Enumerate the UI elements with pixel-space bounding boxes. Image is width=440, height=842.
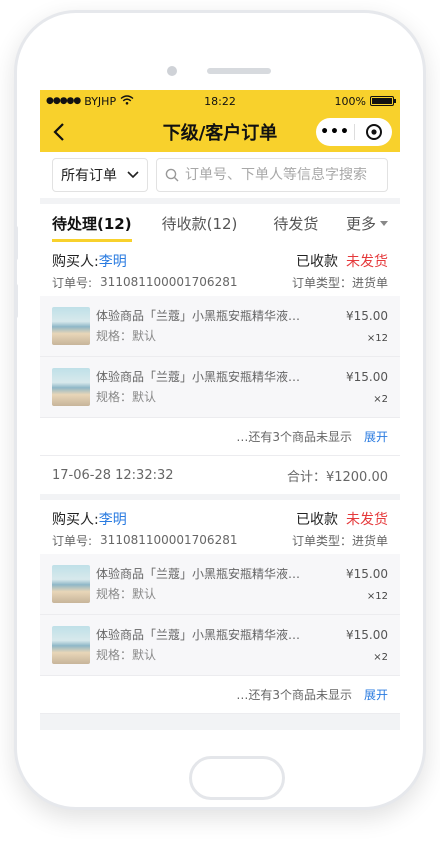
tab-awaiting-shipment[interactable]: 待发货 [273, 204, 318, 242]
order-footer: 17-06-28 12:32:32 合计：¥1200.00 [40, 456, 400, 494]
order-card[interactable]: 购买人: 李明 已收款 未发货 订单号: 311081100001706281 … [40, 500, 400, 714]
back-arrow-icon[interactable] [48, 120, 70, 144]
product-spec: 规格：默认 [96, 329, 157, 343]
home-button[interactable] [189, 756, 285, 800]
camera-dot [167, 66, 177, 76]
order-tabs: 待处理(12) 待收款(12) 待发货 更多 [40, 198, 400, 242]
product-thumbnail [52, 368, 90, 406]
order-number: 311081100001706281 [100, 533, 238, 547]
app-screen: ●●●●● BYJHP 18:22 100% 下级/客户订单 ••• 所有订单 [40, 90, 400, 730]
order-item[interactable]: 体验商品「兰蔻」小黑瓶安瓶精华液… 规格：默认 ¥15.00 ×2 [40, 615, 400, 676]
buyer-label: 购买人: [52, 254, 99, 270]
order-header: 购买人: 李明 已收款 未发货 订单号: 311081100001706281 … [40, 242, 400, 296]
search-input[interactable] [185, 167, 379, 183]
product-quantity: ×2 [373, 394, 388, 405]
product-name: 体验商品「兰蔻」小黑瓶安瓶精华液… [96, 309, 301, 323]
order-card[interactable]: 购买人: 李明 已收款 未发货 订单号: 311081100001706281 … [40, 242, 400, 494]
payment-status: 已收款 [296, 512, 338, 528]
buyer-name[interactable]: 李明 [99, 251, 127, 271]
tab-more-label: 更多 [345, 214, 376, 233]
filter-bar: 所有订单 [40, 152, 400, 198]
search-box[interactable] [156, 158, 388, 192]
expand-link[interactable]: 展开 [364, 428, 388, 445]
shipping-status: 未发货 [346, 254, 388, 270]
order-item[interactable]: 体验商品「兰蔻」小黑瓶安瓶精华液… 规格：默认 ¥15.00 ×2 [40, 357, 400, 418]
product-spec: 规格：默认 [96, 390, 157, 404]
hidden-items-note: …还有3个商品未显示 [236, 688, 352, 702]
hidden-items-note: …还有3个商品未显示 [236, 430, 352, 444]
payment-status: 已收款 [296, 254, 338, 270]
phone-side-button [14, 226, 18, 260]
product-name: 体验商品「兰蔻」小黑瓶安瓶精华液… [96, 370, 301, 384]
product-thumbnail [52, 565, 90, 603]
expand-link[interactable]: 展开 [364, 686, 388, 703]
hidden-items-row: …还有3个商品未显示 展开 [40, 418, 400, 456]
product-thumbnail [52, 626, 90, 664]
caret-down-icon [380, 220, 388, 226]
hidden-items-row: …还有3个商品未显示 展开 [40, 676, 400, 714]
battery-icon [370, 96, 396, 106]
order-total: 合计：¥1200.00 [286, 469, 388, 485]
status-time: 18:22 [204, 94, 236, 108]
product-quantity: ×12 [366, 333, 388, 344]
order-date: 17-06-28 12:32:32 [52, 467, 174, 483]
speaker-slot [207, 68, 271, 74]
tab-more-dropdown[interactable]: 更多 [346, 204, 388, 242]
search-icon [165, 168, 179, 182]
product-name: 体验商品「兰蔻」小黑瓶安瓶精华液… [96, 567, 301, 581]
product-price: ¥15.00 [346, 567, 388, 581]
order-no-label: 订单号: [52, 533, 93, 548]
target-circle-icon[interactable] [355, 123, 392, 141]
product-name: 体验商品「兰蔻」小黑瓶安瓶精华液… [96, 628, 301, 642]
chevron-down-icon [127, 171, 139, 179]
order-type: 订单类型：进货单 [291, 533, 388, 548]
buyer-name[interactable]: 李明 [99, 509, 127, 529]
order-no-label: 订单号: [52, 275, 93, 290]
order-type: 订单类型：进货单 [291, 275, 388, 290]
buyer-label: 购买人: [52, 512, 99, 528]
tab-pending[interactable]: 待处理(12) [52, 204, 132, 242]
order-filter-select[interactable]: 所有订单 [52, 158, 148, 192]
mini-program-capsule: ••• [316, 118, 392, 146]
product-thumbnail [52, 307, 90, 345]
order-filter-value: 所有订单 [61, 168, 117, 184]
shipping-status: 未发货 [346, 512, 388, 528]
order-item[interactable]: 体验商品「兰蔻」小黑瓶安瓶精华液… 规格：默认 ¥15.00 ×12 [40, 554, 400, 615]
nav-bar: 下级/客户订单 ••• [40, 112, 400, 152]
status-bar: ●●●●● BYJHP 18:22 100% [40, 90, 400, 112]
product-spec: 规格：默认 [96, 587, 157, 601]
product-quantity: ×12 [366, 591, 388, 602]
order-number: 311081100001706281 [100, 275, 238, 289]
phone-side-button [14, 284, 18, 318]
product-price: ¥15.00 [346, 370, 388, 384]
ellipsis-icon[interactable]: ••• [316, 124, 354, 140]
order-header: 购买人: 李明 已收款 未发货 订单号: 311081100001706281 … [40, 500, 400, 554]
order-item[interactable]: 体验商品「兰蔻」小黑瓶安瓶精华液… 规格：默认 ¥15.00 ×12 [40, 296, 400, 357]
product-quantity: ×2 [373, 652, 388, 663]
product-price: ¥15.00 [346, 309, 388, 323]
product-spec: 规格：默认 [96, 648, 157, 662]
tab-awaiting-payment[interactable]: 待收款(12) [162, 204, 238, 242]
product-price: ¥15.00 [346, 628, 388, 642]
